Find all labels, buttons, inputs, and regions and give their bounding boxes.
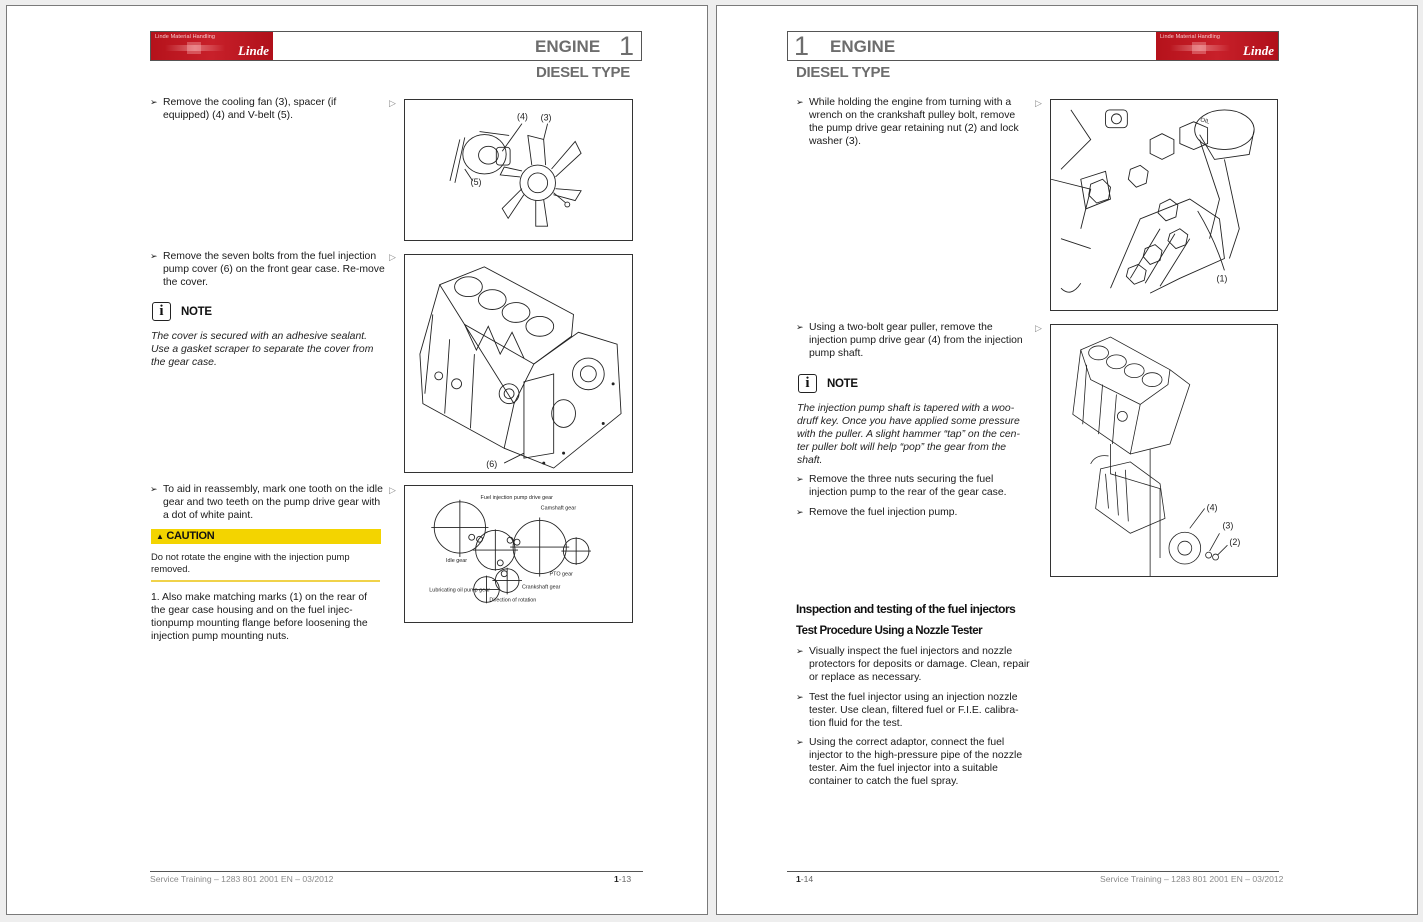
footer-divider	[150, 871, 643, 872]
brand-tagline: Linde Material Handling	[1160, 34, 1221, 40]
gear-label: Idle gear	[446, 558, 467, 564]
step-text: Test the fuel injector using an injectio…	[809, 692, 1019, 729]
figure-gear-train: Fuel injection pump drive gear Camshaft …	[404, 485, 633, 623]
gear-label: Fuel injection pump drive gear	[481, 495, 554, 501]
page-left: Linde Material Handling Linde ENGINE 1 D…	[6, 5, 708, 915]
caution-text: Do not rotate the engine with the inject…	[151, 551, 350, 574]
linde-brand-banner: Linde Material Handling Linde	[151, 32, 273, 60]
linde-logo: Linde	[1242, 43, 1274, 58]
step-text: Visually inspect the fuel injectors and …	[809, 646, 1030, 683]
step-text: Remove the three nuts securing the fuel …	[809, 474, 1007, 498]
gear-label: Lubricating oil pump gear	[429, 587, 490, 593]
step-text: Remove the seven bolts from the fuel inj…	[163, 251, 385, 288]
arrow-bullet-icon: ➢	[796, 737, 804, 747]
footer-text: Service Training – 1283 801 2001 EN – 03…	[1100, 874, 1284, 884]
page-number: 1-13	[614, 874, 632, 884]
step-text: Using the correct adaptor, connect the f…	[809, 737, 1023, 787]
step-item: ➢ Visually inspect the fuel injectors an…	[796, 645, 1031, 684]
callout-label: (1)	[1217, 273, 1228, 283]
step-item: ➢ Using the correct adaptor, connect the…	[796, 736, 1031, 788]
linde-logo: Linde	[237, 43, 269, 58]
step-text: While holding the engine from turning wi…	[809, 97, 1019, 147]
fan-illustration: (4) (3) (5)	[449, 112, 582, 227]
callout-label: (5)	[471, 177, 482, 187]
caution-divider	[151, 580, 380, 582]
page-subtitle: DIESEL TYPE	[796, 64, 890, 81]
callout-label: (4)	[1207, 502, 1218, 512]
gear-label: Camshaft gear	[541, 506, 577, 512]
figure-pointer-icon: ▷	[389, 252, 396, 262]
engine-block-illustration: (6)	[419, 266, 622, 469]
step-item: ➢ To aid in reassembly, mark one tooth o…	[150, 483, 385, 522]
gear-label: Direction of rotation	[489, 597, 536, 603]
figure-pump-closeup: OIL (1)	[1050, 99, 1278, 311]
step-item: ➢ Remove the three nuts securing the fue…	[796, 473, 1031, 499]
callout-label: (3)	[541, 113, 552, 123]
figure-pointer-icon: ▷	[389, 98, 396, 108]
step-item: ➢ Remove the fuel injection pump.	[796, 506, 1031, 519]
note-text: The cover is secured with an adhesive se…	[151, 331, 374, 368]
page-header: Linde Material Handling Linde ENGINE 1	[150, 31, 642, 61]
page-right: 1 ENGINE Linde Material Handling Linde D…	[716, 5, 1418, 915]
step-item: ➢ Test the fuel injector using an inject…	[796, 691, 1031, 730]
figure-exploded-pump: (4) (3) (2)	[1050, 324, 1278, 577]
arrow-bullet-icon: ➢	[796, 322, 804, 332]
callout-label: (2)	[1229, 537, 1240, 547]
page-number: 1-14	[796, 874, 814, 884]
info-icon: i	[798, 374, 817, 393]
step-text: To aid in reassembly, mark one tooth on …	[163, 484, 383, 521]
arrow-bullet-icon: ➢	[150, 97, 158, 107]
header-title: ENGINE	[830, 37, 896, 56]
note-header: i NOTE	[152, 302, 212, 321]
step-item: ➢ Using a two-bolt gear puller, remove t…	[796, 321, 1031, 360]
note-header: i NOTE	[798, 374, 858, 393]
exploded-pump-illustration: (4) (3) (2)	[1072, 336, 1240, 576]
arrow-bullet-icon: ➢	[796, 692, 804, 702]
step-item: ➢ Remove the seven bolts from the fuel i…	[150, 250, 385, 289]
arrow-bullet-icon: ➢	[796, 507, 804, 517]
page-subtitle: DIESEL TYPE	[536, 64, 630, 81]
gear-train-diagram: Fuel injection pump drive gear Camshaft …	[429, 495, 591, 603]
chapter-number: 1	[619, 31, 635, 61]
caution-label: CAUTION	[166, 530, 215, 542]
arrow-bullet-icon: ➢	[150, 484, 158, 494]
figure-engine-block: (6)	[404, 254, 633, 473]
callout-label: (4)	[517, 112, 528, 122]
pump-closeup-illustration: OIL (1)	[1051, 109, 1255, 294]
footer-divider	[787, 871, 1279, 872]
callout-label: (3)	[1222, 520, 1233, 530]
arrow-bullet-icon: ➢	[796, 646, 804, 656]
caution-banner: ▲ CAUTION	[151, 529, 381, 544]
note-label: NOTE	[181, 305, 212, 318]
figure-cooling-fan: (4) (3) (5)	[404, 99, 633, 241]
figure-pointer-icon: ▷	[1035, 323, 1042, 333]
arrow-bullet-icon: ➢	[150, 251, 158, 261]
step-text: Remove the cooling fan (3), spacer (if e…	[163, 97, 337, 121]
info-icon: i	[152, 302, 171, 321]
section-heading: Inspection and testing of the fuel injec…	[796, 602, 1016, 616]
step-text: Using a two-bolt gear puller, remove the…	[809, 322, 1023, 359]
footer-text: Service Training – 1283 801 2001 EN – 03…	[150, 874, 334, 884]
sub-heading: Test Procedure Using a Nozzle Tester	[796, 625, 983, 637]
step-item: ➢ Remove the cooling fan (3), spacer (if…	[150, 96, 385, 122]
numbered-step: 1. Also make matching marks (1) on the r…	[151, 592, 368, 642]
brand-tagline: Linde Material Handling	[155, 34, 216, 40]
note-text: The injection pump shaft is tapered with…	[797, 403, 1020, 466]
linde-brand-banner: Linde Material Handling Linde	[1156, 32, 1278, 60]
step-item: ➢ While holding the engine from turning …	[796, 96, 1031, 148]
header-title: ENGINE	[535, 37, 601, 56]
arrow-bullet-icon: ➢	[796, 97, 804, 107]
figure-pointer-icon: ▷	[1035, 98, 1042, 108]
figure-pointer-icon: ▷	[389, 485, 396, 495]
page-header: 1 ENGINE Linde Material Handling Linde	[787, 31, 1279, 61]
warning-icon: ▲	[156, 532, 164, 541]
gear-label: PTO gear	[550, 572, 574, 578]
arrow-bullet-icon: ➢	[796, 474, 804, 484]
callout-label: (6)	[486, 459, 497, 469]
note-label: NOTE	[827, 377, 858, 390]
step-text: Remove the fuel injection pump.	[809, 507, 958, 518]
chapter-number: 1	[794, 31, 810, 61]
gear-label: Crankshaft gear	[522, 584, 561, 590]
